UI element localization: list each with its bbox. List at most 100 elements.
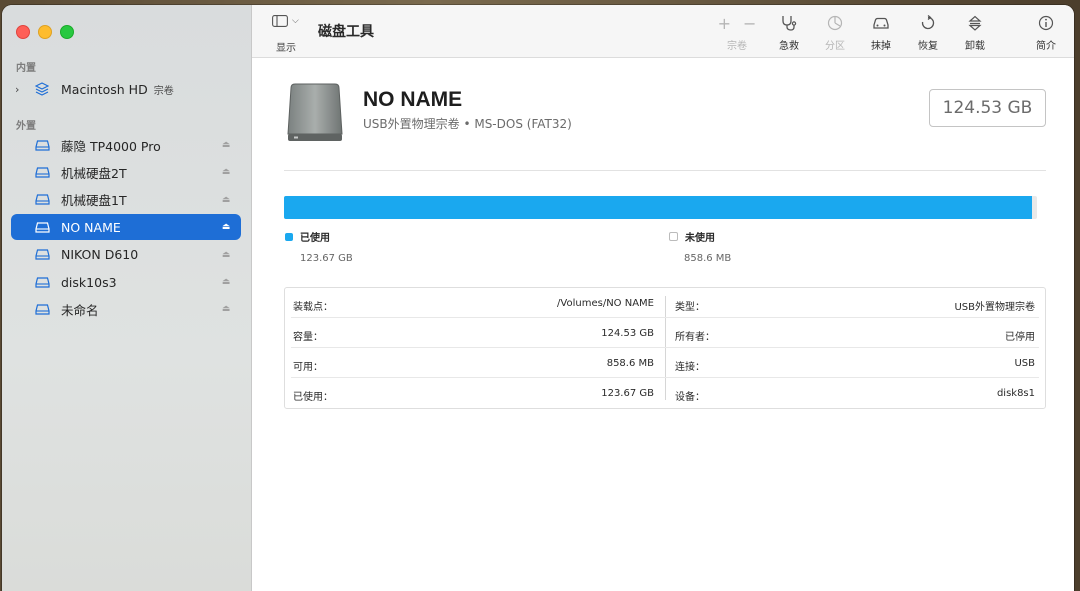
view-label: 显示: [276, 43, 296, 54]
disk-utility-window: 内置 › Macintosh HD 宗卷 外置 藤隐 TP4000 Pro ⏏ 机械…: [2, 5, 1074, 591]
sidebar-item-label: NO NAME: [61, 219, 121, 235]
sidebar-item-external[interactable]: 机械硬盘1T ⏏: [11, 187, 241, 213]
drive-icon: [35, 276, 51, 288]
free-swatch: [669, 232, 678, 241]
watermark-logo: 值: [962, 559, 985, 581]
car-icon: [871, 13, 891, 33]
sidebar-item-label: 机械硬盘1T: [61, 193, 127, 209]
capacity-badge: 124.53 GB: [929, 89, 1046, 127]
used-swatch: [285, 232, 293, 241]
partition-button[interactable]: 分区: [810, 13, 860, 52]
eject-icon[interactable]: ⏏: [219, 250, 233, 260]
sidebar: 内置 › Macintosh HD 宗卷 外置 藤隐 TP4000 Pro ⏏ 机械…: [2, 5, 252, 591]
drive-icon: [35, 221, 51, 233]
first-aid-button[interactable]: 急救: [764, 13, 814, 52]
first-aid-button-label: 急救: [779, 41, 799, 52]
info-value: USB: [1014, 358, 1035, 369]
eject-icon[interactable]: ⏏: [219, 140, 233, 150]
info-key: 已使用：: [293, 392, 333, 403]
usage-bar-used-fill: [284, 196, 1032, 219]
info-table: 装载点： /Volumes/NO NAME 类型： USB外置物理宗卷容量： 124.5…: [284, 287, 1046, 409]
legend-free: 未使用 858.6 MB: [669, 229, 731, 264]
drive-icon: [35, 249, 51, 261]
info-table-row: 装载点： /Volumes/NO NAME 类型： USB外置物理宗卷: [285, 288, 1045, 318]
sidebar-item-label: 机械硬盘2T: [61, 165, 127, 181]
layers-icon: [35, 82, 51, 96]
restore-button-label: 恢复: [918, 41, 938, 52]
drive-icon: [35, 303, 51, 315]
sidebar-toggle-icon: [272, 15, 288, 27]
eject-icon[interactable]: ⏏: [219, 195, 233, 205]
eject-icon[interactable]: ⏏: [219, 222, 233, 232]
volume-button[interactable]: + − 宗卷: [712, 13, 762, 53]
stethoscope-icon: [780, 13, 798, 33]
info-value: 已停用: [1005, 332, 1035, 343]
sidebar-item-label: NIKON D610: [61, 247, 139, 263]
info-key: 容量：: [293, 332, 323, 343]
info-key: 装载点：: [293, 302, 333, 313]
legend-used-value: 123.67 GB: [300, 253, 353, 264]
divider: [284, 170, 1046, 171]
unmount-button-label: 卸载: [965, 41, 985, 52]
sidebar-item-label: 未命名: [61, 302, 99, 318]
erase-button-label: 抹掉: [871, 41, 891, 52]
chevron-down-icon: ⌵: [292, 16, 299, 26]
eject-icon[interactable]: ⏏: [219, 277, 233, 287]
legend-free-label: 未使用: [685, 233, 715, 244]
volume-subtitle: USB外置物理宗卷 • MS-DOS (FAT32): [363, 117, 572, 131]
drive-icon: [35, 139, 51, 151]
info-value: 124.53 GB: [601, 328, 654, 339]
sidebar-item-external[interactable]: NIKON D610 ⏏: [11, 242, 241, 268]
legend-free-value: 858.6 MB: [684, 253, 732, 264]
unmount-icon: [967, 13, 983, 33]
volume-name: NO NAME: [363, 88, 463, 111]
sidebar-item-label: 藤隐 TP4000 Pro: [61, 138, 161, 154]
restore-button[interactable]: 恢复: [903, 13, 953, 52]
info-key: 类型：: [675, 302, 705, 313]
watermark: 值 什么值得买: [962, 559, 1066, 581]
plus-minus-icon: + −: [717, 13, 757, 33]
pie-icon: [827, 13, 843, 33]
restore-icon: [920, 13, 936, 33]
info-button[interactable]: 简介: [1021, 13, 1071, 52]
partition-button-label: 分区: [825, 41, 845, 52]
info-button-label: 简介: [1036, 41, 1056, 52]
app-title: 磁盘工具: [318, 24, 374, 40]
info-table-row: 容量： 124.53 GB 所有者： 已停用: [285, 318, 1045, 348]
eject-icon[interactable]: ⏏: [219, 304, 233, 314]
toolbar: ⌵ 显示 磁盘工具 + − 宗卷 急救 分区 抹掉 恢复 卸载 简介: [252, 5, 1074, 58]
section-internal-label: 内置: [16, 63, 36, 74]
usage-bar: [284, 196, 1037, 219]
section-external-label: 外置: [16, 121, 36, 132]
sidebar-item-sublabel: 宗卷: [153, 85, 174, 97]
unmount-button[interactable]: 卸载: [950, 13, 1000, 52]
info-value: 858.6 MB: [606, 358, 654, 369]
legend-used: 已使用 123.67 GB: [285, 229, 353, 264]
info-table-row: 已使用： 123.67 GB 设备： disk8s1: [285, 378, 1045, 408]
eject-icon[interactable]: ⏏: [219, 167, 233, 177]
info-key: 可用：: [293, 362, 323, 373]
zoom-window-button[interactable]: [60, 25, 74, 39]
sidebar-item-external[interactable]: disk10s3 ⏏: [11, 269, 241, 295]
close-window-button[interactable]: [16, 25, 30, 39]
info-value: /Volumes/NO NAME: [557, 298, 654, 309]
main-content: NO NAME USB外置物理宗卷 • MS-DOS (FAT32) 124.5…: [252, 58, 1074, 591]
minimize-window-button[interactable]: [38, 25, 52, 39]
view-toggle-button[interactable]: ⌵: [272, 15, 299, 27]
sidebar-item-external[interactable]: NO NAME ⏏: [11, 214, 241, 241]
external-drive-icon: [286, 82, 344, 148]
watermark-text: 什么值得买: [990, 561, 1066, 580]
sidebar-item-external[interactable]: 藤隐 TP4000 Pro ⏏: [11, 132, 241, 158]
sidebar-item-external[interactable]: 机械硬盘2T ⏏: [11, 159, 241, 185]
info-table-row: 可用： 858.6 MB 连接： USB: [285, 348, 1045, 378]
info-value: USB外置物理宗卷: [954, 302, 1035, 313]
chevron-right-icon[interactable]: ›: [15, 83, 19, 96]
info-key: 连接：: [675, 362, 705, 373]
sidebar-item-macintosh-hd[interactable]: › Macintosh HD 宗卷: [11, 76, 241, 102]
window-controls: [16, 25, 74, 39]
erase-button[interactable]: 抹掉: [856, 13, 906, 52]
sidebar-item-label: disk10s3: [61, 274, 117, 290]
sidebar-item-external[interactable]: 未命名 ⏏: [11, 296, 241, 322]
info-icon: [1038, 13, 1054, 33]
sidebar-item-label: Macintosh HD: [61, 81, 148, 97]
